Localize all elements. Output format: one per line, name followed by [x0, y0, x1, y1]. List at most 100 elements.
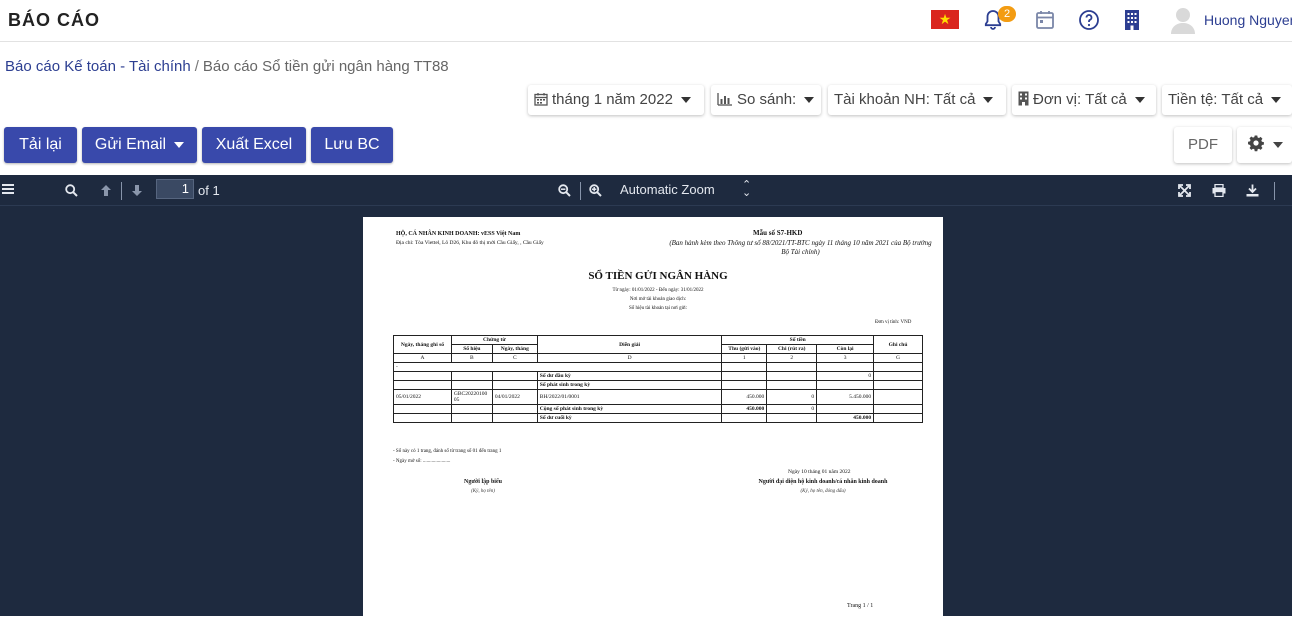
compare-filter-label: So sánh:	[737, 91, 797, 108]
breadcrumb-current: Báo cáo Sổ tiền gửi ngân hàng TT88	[202, 58, 449, 75]
report-org-name: HỘ, CÁ NHÂN KINH DOANH: vESS Việt Nam	[396, 231, 521, 237]
report-form-basis: (Ban hành kèm theo Thông tư số 88/2021/T…	[669, 239, 932, 256]
pdf-page: HỘ, CÁ NHÂN KINH DOANH: vESS Việt Nam Đị…	[363, 217, 943, 637]
header-description: Diễn giải	[536, 335, 723, 354]
table-row: Cộng số phát sinh trong kỳ 450.000 0	[393, 404, 923, 414]
building-icon[interactable]	[1120, 8, 1144, 32]
table-row: Số dư cuối kỳ 450.000	[393, 413, 923, 423]
column-code-row: A B C D 1 2 3 G	[393, 353, 923, 363]
period-filter[interactable]: tháng 1 năm 2022	[528, 85, 704, 115]
report-date-range: Từ ngày: 01/01/2022 - Đến ngày: 31/01/20…	[612, 288, 704, 293]
next-page-icon[interactable]	[131, 184, 143, 200]
send-email-button[interactable]: Gửi Email	[82, 127, 197, 163]
header-deposit: Thu (gửi vào)	[721, 344, 768, 354]
row-withdraw: 0	[766, 389, 818, 405]
chevron-down-icon	[680, 97, 691, 104]
total-deposit: 450.000	[721, 404, 768, 414]
compare-filter[interactable]: So sánh:	[711, 85, 821, 115]
opening-balance-value: 0	[816, 371, 875, 381]
chevron-down-icon	[804, 97, 815, 104]
zoom-in-icon[interactable]	[589, 184, 602, 200]
representative-label: Người đại diện hộ kinh doanh/cá nhân kin…	[758, 479, 888, 485]
help-icon[interactable]	[1077, 8, 1101, 32]
top-header: BÁO CÁO ★ 2 Huong Nguyen	[0, 0, 1292, 42]
report-org-address: Địa chỉ: Tòa Viettel, Lô D26, Khu đô thị…	[396, 240, 544, 246]
col-code: 3	[816, 353, 875, 363]
total-withdraw: 0	[766, 404, 818, 414]
header-date: Ngày, tháng ghi sổ	[393, 335, 452, 354]
save-report-button[interactable]: Lưu BC	[311, 127, 393, 163]
pdf-button[interactable]: PDF	[1174, 127, 1232, 163]
settings-dropdown-button[interactable]	[1237, 127, 1292, 163]
chevron-down-icon	[1272, 142, 1283, 149]
preparer-hint: (Ký, họ tên)	[471, 489, 495, 494]
app-title: BÁO CÁO	[8, 10, 100, 30]
col-code: C	[491, 353, 538, 363]
export-excel-button[interactable]: Xuất Excel	[202, 127, 306, 163]
bank-account-filter-label: Tài khoản NH: Tất cả	[834, 91, 976, 108]
header-voucher: Chứng từ	[450, 335, 538, 345]
account-dash: -	[392, 362, 722, 372]
col-code: D	[536, 353, 723, 363]
representative-hint: (Ký, họ tên, đóng dấu)	[800, 489, 846, 494]
report-table: Ngày, tháng ghi sổ Chứng từ Diễn giải Số…	[392, 335, 923, 423]
bar-chart-icon	[717, 87, 733, 117]
toolbar-separator	[121, 182, 122, 200]
header-balance: Còn lại	[816, 344, 875, 354]
report-currency-unit: Đơn vị tính: VND	[875, 320, 912, 325]
chevron-down-icon	[174, 141, 185, 148]
notification-badge: 2	[998, 6, 1016, 22]
gear-icon	[1247, 130, 1265, 166]
table-row: 05/01/2022 GBC2022010005 04/01/2022 BH/2…	[393, 389, 923, 405]
unit-filter[interactable]: Đơn vị: Tất cả	[1012, 85, 1156, 115]
avatar[interactable]	[1170, 6, 1196, 34]
table-header-row: Ngày, tháng ghi sổ Chứng từ Diễn giải Số…	[393, 335, 923, 354]
sidebar-toggle-icon[interactable]	[2, 183, 14, 198]
reload-button[interactable]: Tải lại	[4, 127, 77, 163]
row-balance: 5.450.000	[816, 389, 875, 405]
header-voucher-date: Ngày, tháng	[491, 344, 538, 354]
closing-balance-label: Số dư cuối kỳ	[536, 413, 723, 423]
unit-filter-label: Đơn vị: Tất cả	[1033, 91, 1127, 108]
page-count: of 1	[198, 183, 220, 198]
chevron-down-icon	[983, 97, 994, 104]
breadcrumb-parent-link[interactable]: Báo cáo Kế toán - Tài chính	[5, 58, 191, 75]
header-amount: Số tiền	[721, 335, 875, 345]
pdf-toolbar: 1 of 1 Automatic Zoom ⌃ ⌄	[0, 175, 1292, 206]
zoom-select[interactable]: Automatic Zoom	[620, 182, 715, 197]
vietnam-flag-icon[interactable]: ★	[931, 10, 959, 29]
previous-page-icon[interactable]	[100, 184, 112, 200]
period-filter-label: tháng 1 năm 2022	[552, 91, 673, 108]
building-icon	[1018, 87, 1029, 117]
report-account-no: Số hiệu tài khoản tại nơi gửi:	[628, 306, 688, 311]
col-code: 2	[766, 353, 818, 363]
opening-balance-label: Số dư đầu kỳ	[536, 371, 723, 381]
calendar-icon	[534, 87, 548, 117]
currency-filter[interactable]: Tiền tệ: Tất cả	[1162, 85, 1292, 115]
report-title: SỔ TIỀN GỬI NGÂN HÀNG	[588, 270, 728, 282]
print-icon[interactable]	[1212, 183, 1226, 200]
fullscreen-icon[interactable]	[1178, 184, 1191, 200]
bank-account-filter[interactable]: Tài khoản NH: Tất cả	[828, 85, 1006, 115]
report-form-code: Mẫu số S7-HKD	[753, 229, 803, 237]
header-withdraw: Chi (rút ra)	[766, 344, 818, 354]
calendar-icon[interactable]	[1033, 8, 1057, 32]
col-code: G	[873, 353, 923, 363]
header-note: Ghi chú	[873, 335, 923, 354]
row-voucher-no: GBC2022010005	[450, 389, 493, 405]
chevron-updown-icon: ⌃ ⌄	[742, 179, 752, 199]
total-label: Cộng số phát sinh trong kỳ	[536, 404, 723, 414]
search-icon[interactable]	[65, 184, 78, 200]
pdf-viewer: 1 of 1 Automatic Zoom ⌃ ⌄ HỘ, CÁ NHÂN KIN…	[0, 175, 1292, 637]
page-footer: Trang 1 / 1	[847, 603, 874, 609]
page-number-input[interactable]: 1	[156, 179, 194, 199]
sign-date: Ngày 10 tháng 01 năm 2022	[788, 469, 851, 475]
breadcrumb-separator: /	[194, 58, 199, 75]
chevron-down-icon	[1134, 97, 1145, 104]
arising-label: Số phát sinh trong kỳ	[536, 380, 723, 390]
col-code: B	[450, 353, 493, 363]
zoom-out-icon[interactable]	[558, 184, 571, 200]
table-row: Số dư đầu kỳ 0	[393, 371, 923, 381]
user-name[interactable]: Huong Nguyen	[1204, 12, 1292, 28]
download-icon[interactable]	[1246, 184, 1259, 200]
